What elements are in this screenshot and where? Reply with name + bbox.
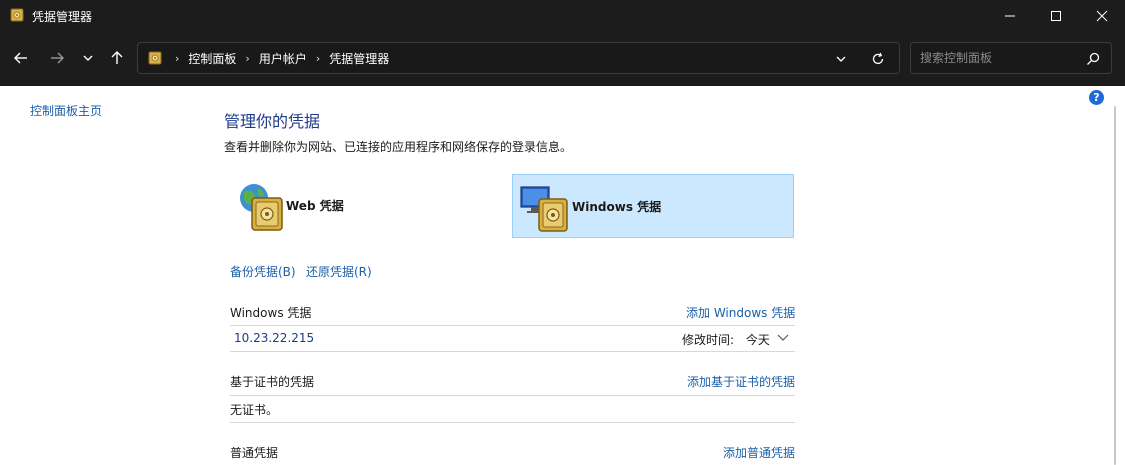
credential-modified: 修改时间: 今天: [682, 331, 770, 348]
tile-web-label: Web 凭据: [286, 199, 344, 213]
divider: [230, 422, 795, 423]
section-windows-heading: Windows 凭据: [230, 306, 312, 320]
scrollbar[interactable]: [1114, 106, 1116, 465]
tile-web-credentials[interactable]: Web 凭据: [230, 174, 512, 238]
arrow-up-icon: [111, 51, 123, 64]
search-icon[interactable]: [1085, 51, 1101, 67]
back-button[interactable]: [9, 44, 33, 72]
credential-manager-icon: [10, 8, 24, 22]
chevron-down-icon: [836, 56, 846, 62]
divider: [230, 395, 795, 396]
arrow-left-icon: [14, 52, 27, 64]
page-description: 查看并删除你为网站、已连接的应用程序和网络保存的登录信息。: [224, 140, 573, 154]
close-button[interactable]: [1079, 0, 1125, 32]
divider: [230, 351, 795, 352]
tile-windows-credentials[interactable]: Windows 凭据: [512, 174, 794, 238]
maximize-icon: [1051, 11, 1061, 21]
title-bar: 凭据管理器: [0, 0, 1125, 32]
page-title: 管理你的凭据: [224, 112, 321, 131]
credential-manager-icon: [148, 51, 162, 65]
navigation-bar: › 控制面板 › 用户帐户 › 凭据管理器: [0, 32, 1125, 86]
search-input[interactable]: [911, 43, 1081, 73]
address-dropdown-button[interactable]: [831, 49, 851, 69]
breadcrumb-separator: ›: [245, 51, 250, 65]
address-bar[interactable]: › 控制面板 › 用户帐户 › 凭据管理器: [137, 42, 900, 74]
credential-row[interactable]: 10.23.22.215 修改时间: 今天: [230, 326, 795, 351]
window-title: 凭据管理器: [32, 10, 93, 24]
close-icon: [1096, 10, 1108, 22]
minimize-button[interactable]: [987, 0, 1033, 32]
restore-credentials-link[interactable]: 还原凭据(R): [306, 263, 372, 280]
backup-credentials-link[interactable]: 备份凭据(B): [230, 263, 296, 280]
minimize-icon: [1005, 15, 1015, 17]
breadcrumb-separator: ›: [315, 51, 321, 65]
web-credentials-icon: [240, 184, 283, 231]
recent-locations-button[interactable]: [76, 44, 100, 72]
breadcrumb-user-accounts[interactable]: 用户帐户: [259, 50, 307, 67]
credential-name: 10.23.22.215: [234, 331, 315, 345]
add-certificate-credential-link[interactable]: 添加基于证书的凭据: [687, 373, 795, 390]
expand-button[interactable]: [775, 331, 791, 345]
breadcrumb-control-panel[interactable]: 控制面板: [188, 50, 236, 67]
section-generic-heading: 普通凭据: [230, 446, 279, 460]
forward-button[interactable]: [45, 44, 69, 72]
arrow-right-icon: [51, 52, 64, 64]
search-box[interactable]: [910, 42, 1112, 74]
refresh-icon: [872, 52, 884, 65]
tile-windows-label: Windows 凭据: [572, 200, 662, 214]
add-generic-credential-link[interactable]: 添加普通凭据: [723, 444, 795, 461]
control-panel-home-link[interactable]: 控制面板主页: [30, 102, 102, 119]
breadcrumb-separator: ›: [175, 51, 180, 65]
section-certificate-heading: 基于证书的凭据: [230, 375, 315, 389]
windows-credentials-icon: [520, 186, 568, 232]
chevron-down-icon: [83, 55, 93, 61]
help-icon[interactable]: ?: [1089, 90, 1104, 105]
maximize-button[interactable]: [1033, 0, 1079, 32]
add-windows-credential-link[interactable]: 添加 Windows 凭据: [686, 304, 795, 321]
modified-value: 今天: [745, 333, 770, 347]
no-certificates-text: 无证书。: [230, 403, 279, 417]
chevron-down-icon: [777, 334, 789, 341]
modified-label: 修改时间:: [682, 333, 735, 347]
breadcrumb: › 控制面板 › 用户帐户 › 凭据管理器: [166, 43, 389, 73]
breadcrumb-credential-manager[interactable]: 凭据管理器: [329, 50, 389, 67]
up-button[interactable]: [105, 44, 129, 72]
refresh-button[interactable]: [867, 49, 889, 69]
